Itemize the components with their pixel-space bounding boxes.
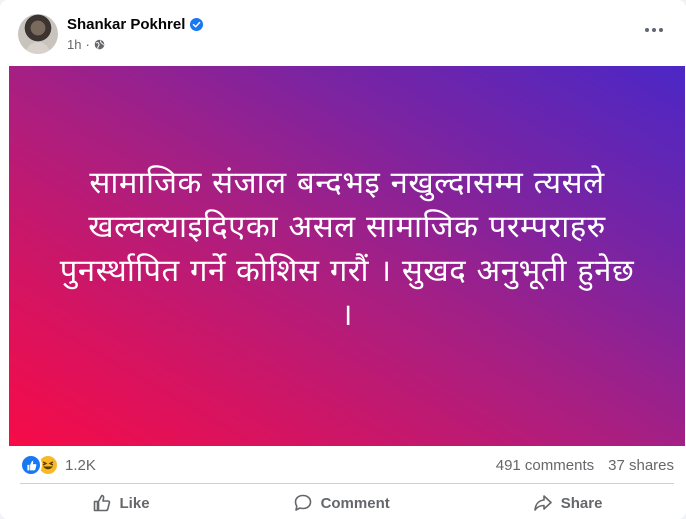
share-label: Share xyxy=(560,494,603,512)
meta-separator: · xyxy=(85,37,90,52)
comment-button[interactable]: Comment xyxy=(283,489,400,517)
share-arrow-icon xyxy=(533,495,552,511)
post-header: Shankar Pokhrel 1h · xyxy=(18,14,204,54)
author-name[interactable]: Shankar Pokhrel xyxy=(67,15,185,34)
verified-badge-icon xyxy=(190,18,204,31)
globe-icon xyxy=(94,39,105,50)
author-row: Shankar Pokhrel xyxy=(67,15,204,34)
comments-count[interactable]: 491 comments xyxy=(496,457,594,474)
thumbs-up-icon xyxy=(93,494,110,512)
author-info: Shankar Pokhrel 1h · xyxy=(67,15,204,53)
post-stats: 1.2K 491 comments 37 shares xyxy=(20,454,674,476)
speech-bubble-icon xyxy=(294,494,311,511)
like-button[interactable]: Like xyxy=(82,489,160,517)
stats-divider xyxy=(20,483,674,484)
like-label: Like xyxy=(119,494,150,512)
reaction-icons xyxy=(20,454,59,476)
more-options-icon[interactable] xyxy=(640,20,668,40)
post-actions: Like Comment Share xyxy=(20,487,674,519)
post-meta: 1h · xyxy=(67,36,203,53)
post-time[interactable]: 1h xyxy=(67,36,81,53)
reaction-count: 1.2K xyxy=(65,456,96,474)
facebook-post: Shankar Pokhrel 1h · सामाजिक संजाल बन्दभ… xyxy=(0,0,686,519)
author-avatar[interactable] xyxy=(18,14,58,54)
reactions-summary[interactable]: 1.2K xyxy=(20,454,96,476)
post-body-text: सामाजिक संजाल बन्दभइ नखुल्दासम्म त्यसले … xyxy=(59,165,635,333)
like-reaction-icon xyxy=(20,454,42,476)
engagement-counts: 491 comments 37 shares xyxy=(496,457,674,474)
comment-label: Comment xyxy=(320,494,390,512)
share-button[interactable]: Share xyxy=(523,489,613,517)
shares-count[interactable]: 37 shares xyxy=(608,457,674,474)
post-text-background[interactable]: सामाजिक संजाल बन्दभइ नखुल्दासम्म त्यसले … xyxy=(9,66,685,446)
